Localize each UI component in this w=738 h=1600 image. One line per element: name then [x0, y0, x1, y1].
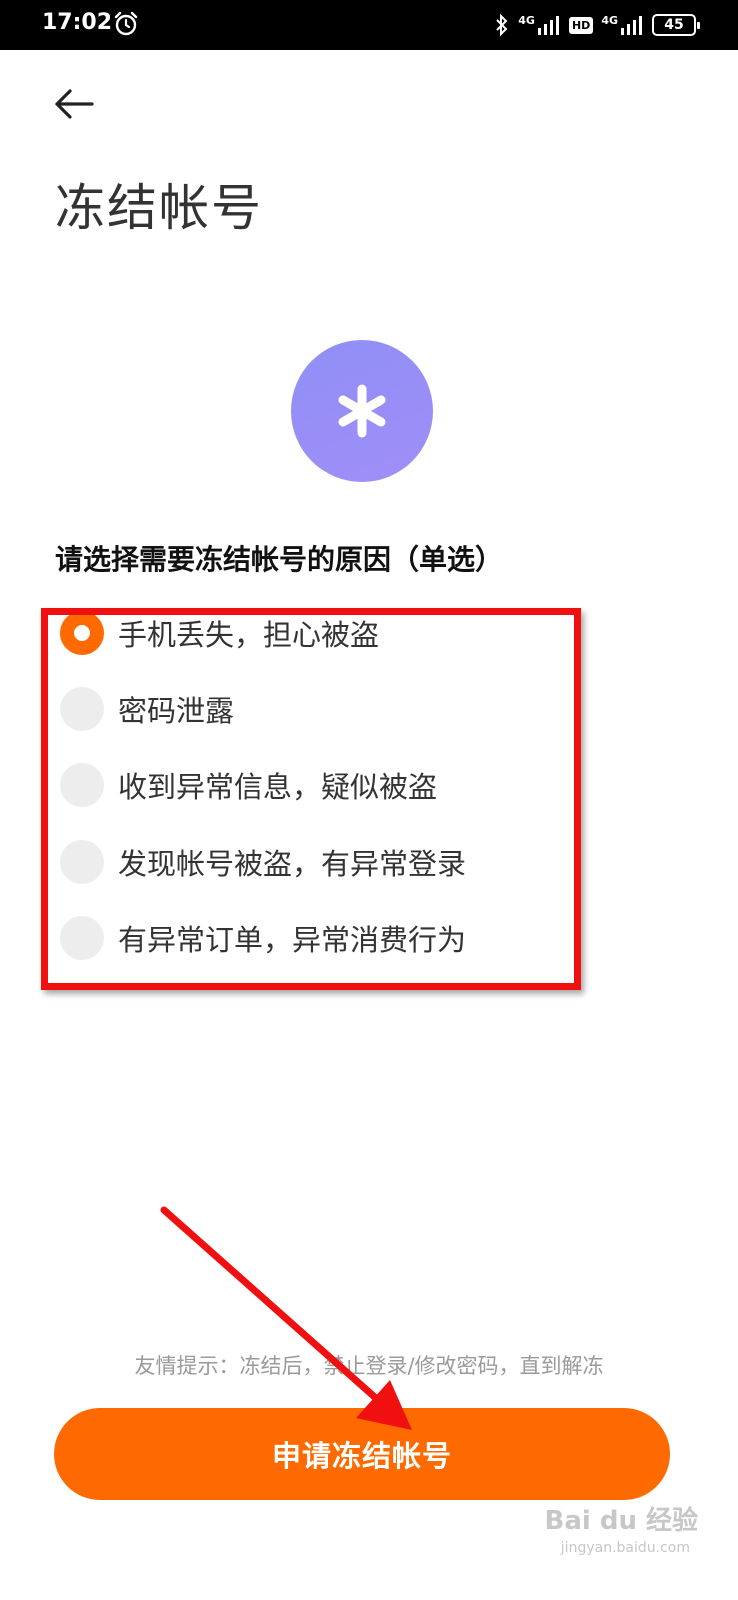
- option-label: 手机丢失，担心被盗: [118, 618, 380, 652]
- network-type-1: 4G: [518, 14, 535, 27]
- status-bar: 17:02 4G HD 4G 45: [0, 0, 738, 50]
- radio-unselected[interactable]: [60, 840, 104, 884]
- annotation-arrow-icon: [160, 1206, 412, 1430]
- radio-selected[interactable]: [60, 611, 104, 655]
- option-phone-lost[interactable]: 手机丢失，担心被盗: [60, 603, 379, 663]
- option-abnormal-message[interactable]: 收到异常信息，疑似被盗: [60, 755, 437, 815]
- hd-badge: HD: [568, 16, 594, 34]
- signal-group-2: 4G: [601, 14, 644, 36]
- option-abnormal-order[interactable]: 有异常订单，异常消费行为: [60, 908, 466, 968]
- radio-unselected[interactable]: [60, 916, 104, 960]
- signal-icon: [537, 16, 559, 35]
- signal-icon: [621, 16, 642, 35]
- apply-freeze-button[interactable]: 申请冻结帐号: [54, 1408, 670, 1500]
- signal-group-1: 4G: [518, 14, 561, 36]
- network-type-2: 4G: [601, 14, 618, 27]
- battery-level: 45: [664, 17, 684, 33]
- baidu-watermark-logo: Bai du 经验: [544, 1506, 699, 1536]
- arrow-left-icon[interactable]: [52, 86, 96, 122]
- option-label: 收到异常信息，疑似被盗: [118, 770, 438, 804]
- radio-unselected[interactable]: [60, 763, 104, 807]
- bluetooth-icon: [496, 13, 508, 37]
- asterisk-icon: [338, 384, 386, 438]
- reason-options: 手机丢失，担心被盗 密码泄露 收到异常信息，疑似被盗 发现帐号被盗，有异常登录 …: [0, 600, 738, 970]
- option-password-leak[interactable]: 密码泄露: [60, 679, 234, 739]
- baidu-watermark-url: jingyan.baidu.com: [560, 1540, 690, 1556]
- option-label: 有异常订单，异常消费行为: [118, 923, 467, 957]
- option-label: 发现帐号被盗，有异常登录: [118, 847, 467, 881]
- page-title: 冻结帐号: [55, 179, 263, 237]
- option-label: 密码泄露: [118, 694, 235, 728]
- reason-question: 请选择需要冻结帐号的原因（单选）: [55, 543, 504, 576]
- tip-text: 友情提示：冻结后，禁止登录/修改密码，直到解冻: [134, 1354, 604, 1378]
- status-time: 17:02: [42, 10, 113, 35]
- radio-unselected[interactable]: [60, 687, 104, 731]
- option-account-stolen[interactable]: 发现帐号被盗，有异常登录: [60, 832, 466, 892]
- battery-icon: 45: [652, 14, 700, 36]
- alarm-icon: [114, 11, 138, 36]
- status-icons: 4G HD 4G 45: [494, 10, 700, 40]
- hero-badge: [291, 340, 433, 482]
